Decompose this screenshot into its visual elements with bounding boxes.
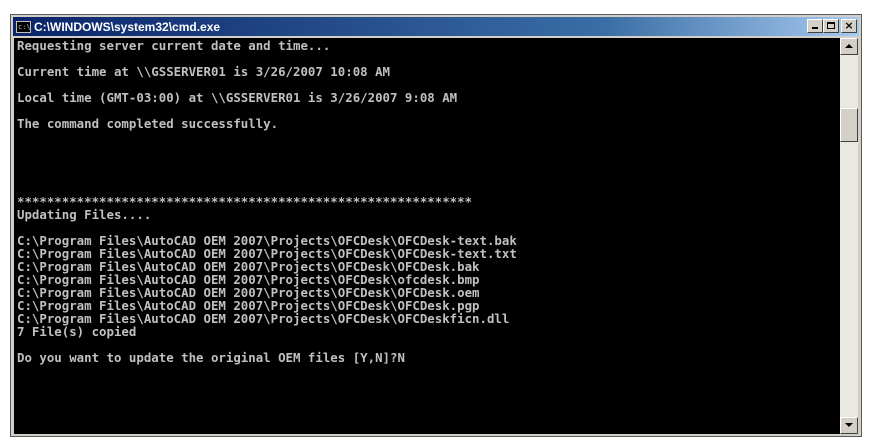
console-line: Requesting server current date and time.… xyxy=(17,38,331,53)
maximize-button[interactable] xyxy=(823,19,839,33)
scroll-up-arrow-icon xyxy=(845,44,853,48)
scroll-down-arrow-icon xyxy=(845,423,853,427)
window-title: C:\WINDOWS\system32\cmd.exe xyxy=(34,19,221,34)
console-line: The command completed successfully. xyxy=(17,116,279,131)
close-button[interactable]: × xyxy=(841,19,857,33)
close-icon: × xyxy=(844,19,854,32)
cmd-icon[interactable]: c:\ xyxy=(16,20,31,33)
console-line: Do you want to update the original OEM f… xyxy=(17,350,405,365)
scroll-up-button[interactable] xyxy=(840,38,858,55)
scroll-thumb[interactable] xyxy=(840,108,858,142)
console-line: Current time at \\GSSERVER01 is 3/26/200… xyxy=(17,64,390,79)
console-line: 7 File(s) copied xyxy=(17,324,137,339)
cmd-window: c:\ C:\WINDOWS\system32\cmd.exe × Reques… xyxy=(10,14,862,437)
console-output[interactable]: Requesting server current date and time.… xyxy=(14,38,840,434)
console-line: Updating Files.... xyxy=(17,207,152,222)
title-buttons: × xyxy=(807,19,857,33)
console-line: Local time (GMT-03:00) at \\GSSERVER01 i… xyxy=(17,90,458,105)
console-text: Requesting server current date and time.… xyxy=(14,38,840,364)
scroll-down-button[interactable] xyxy=(840,417,858,434)
minimize-button[interactable] xyxy=(807,19,823,33)
title-bar[interactable]: c:\ C:\WINDOWS\system32\cmd.exe × xyxy=(13,17,859,36)
vertical-scrollbar[interactable] xyxy=(840,38,858,434)
